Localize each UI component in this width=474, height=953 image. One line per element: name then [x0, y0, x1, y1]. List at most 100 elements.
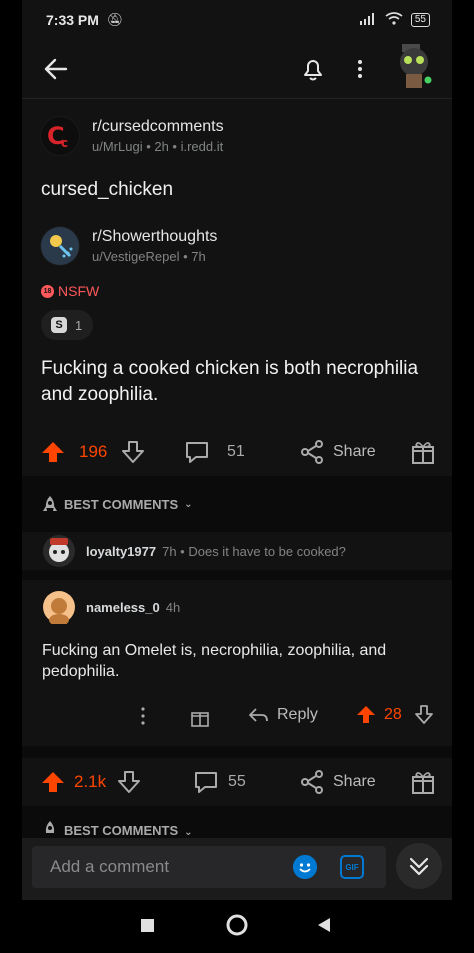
comment-vote-count: 28: [384, 706, 402, 723]
more-vertical-icon: [141, 707, 145, 725]
overflow-menu-button[interactable]: [350, 54, 370, 84]
crosspost-subreddit-icon: [40, 226, 80, 266]
subreddit-name[interactable]: r/cursedcomments: [92, 118, 224, 136]
status-bar: 7:33 PM 🔕︎ 55: [22, 0, 452, 40]
comment-upvote-button[interactable]: [355, 704, 377, 726]
award-button[interactable]: [411, 769, 435, 795]
upvote-arrow-icon: [42, 772, 64, 792]
silver-award-icon: S: [51, 317, 67, 333]
spacer: [22, 524, 452, 532]
emoji-button[interactable]: [293, 855, 317, 879]
post-header[interactable]: Cc r/cursedcomments u/MrLugi • 2h • i.re…: [40, 116, 224, 156]
sort-label: BEST COMMENTS: [64, 496, 179, 512]
downvote-button[interactable]: [116, 770, 142, 794]
user-avatar[interactable]: [394, 42, 434, 94]
crosspost-subreddit-name[interactable]: r/Showerthoughts: [92, 228, 217, 246]
share-button[interactable]: Share: [299, 439, 376, 465]
upvote-arrow-icon: [42, 442, 64, 462]
signal-icon: [359, 12, 377, 28]
nsfw-label: NSFW: [58, 283, 100, 299]
comment-sort-header[interactable]: BEST COMMENTS ⌄: [22, 814, 452, 838]
comment-downvote-button[interactable]: [413, 704, 435, 726]
comment-count: 55: [228, 773, 246, 790]
home-icon[interactable]: [226, 914, 248, 936]
post-title: cursed_chicken: [41, 179, 174, 200]
gift-icon: [412, 772, 434, 794]
comment-username[interactable]: loyalty1977: [86, 544, 156, 559]
award-button[interactable]: [411, 439, 435, 465]
spacer: [22, 746, 452, 758]
post-body: Fucking a cooked chicken is both necroph…: [41, 358, 419, 405]
comment-meta: 4h: [165, 599, 181, 615]
crosspost-source[interactable]: r/Showerthoughts u/VestigeRepel • 7h: [40, 226, 217, 266]
bell-icon: [304, 60, 322, 81]
smiley-icon: [293, 855, 317, 879]
downvote-arrow-icon: [122, 441, 144, 463]
comment-bubble-icon: [195, 772, 217, 793]
award-chip[interactable]: S 1: [41, 310, 93, 340]
downvote-arrow-icon: [415, 705, 433, 724]
back-nav-icon[interactable]: [318, 918, 330, 932]
comments-button[interactable]: [193, 769, 219, 795]
vote-count: 2.1k: [74, 772, 107, 791]
recents-icon[interactable]: [141, 919, 154, 932]
comment-input-placeholder: Add a comment: [50, 857, 170, 876]
gif-button[interactable]: GIF: [340, 855, 364, 879]
collapsed-comment[interactable]: loyalty1977 7h • Does it have to be cook…: [22, 532, 452, 570]
rocket-icon: [43, 496, 57, 511]
comment-count: 51: [227, 443, 245, 460]
double-chevron-down-icon: [409, 857, 429, 876]
subreddit-icon: Cc: [40, 116, 80, 156]
downvote-button[interactable]: [120, 440, 146, 464]
share-icon: [301, 440, 323, 464]
snoo-avatar-icon: [400, 44, 432, 88]
comment-award-button[interactable]: [190, 706, 210, 728]
comment-action-bar: Reply 28: [22, 704, 452, 734]
share-button[interactable]: Share: [299, 769, 376, 795]
gift-icon: [412, 442, 434, 464]
comment-more-button[interactable]: [138, 704, 148, 728]
avatar-icon[interactable]: [42, 590, 76, 624]
notifications-button[interactable]: [299, 54, 327, 84]
wifi-icon: [385, 12, 403, 28]
rocket-icon: [45, 821, 55, 833]
sort-label: BEST COMMENTS: [64, 823, 179, 838]
chevron-down-icon: ⌄: [184, 498, 193, 510]
app-frame: 7:33 PM 🔕︎ 55 C c r/cursedcomments u/MrL…: [22, 0, 452, 953]
status-time: 7:33 PM: [46, 12, 99, 28]
comment-header: nameless_0 4h: [42, 590, 180, 624]
spacer: [22, 476, 452, 484]
comments-button[interactable]: [184, 439, 210, 465]
svg-text:c: c: [61, 136, 68, 150]
more-vertical-icon: [358, 60, 362, 78]
upvote-button[interactable]: [40, 770, 66, 794]
downvote-arrow-icon: [118, 771, 140, 793]
battery-icon: 55: [410, 13, 430, 27]
comment-sort-header[interactable]: BEST COMMENTS ⌄: [22, 484, 452, 524]
award-count: 1: [75, 317, 83, 333]
comment: nameless_0 4h Fucking an Omelet is, necr…: [22, 580, 452, 746]
chevron-down-icon: ⌄: [184, 827, 193, 838]
back-button[interactable]: [40, 54, 72, 84]
muted-bell-icon: 🔕︎: [106, 12, 124, 27]
avatar-icon: [43, 535, 75, 567]
comment-input[interactable]: Add a comment: [32, 846, 386, 888]
comment-bubble-icon: [186, 442, 208, 463]
share-label: Share: [333, 773, 376, 790]
reply-button[interactable]: Reply: [247, 704, 318, 726]
vote-count: 196: [79, 442, 108, 461]
post-action-bar: 196 51 Share: [22, 430, 452, 474]
upvote-button[interactable]: [40, 440, 66, 464]
share-icon: [301, 770, 323, 794]
jump-to-next-button[interactable]: [396, 843, 442, 889]
spacer: [22, 570, 452, 580]
divider: [22, 98, 452, 99]
next-post-action-bar: 2.1k 55 Share: [22, 760, 452, 804]
nsfw-tag: 18 NSFW: [41, 283, 99, 299]
app-bar: [22, 40, 452, 98]
comment-text: Fucking an Omelet is, necrophilia, zooph…: [42, 642, 387, 680]
share-label: Share: [333, 443, 376, 460]
arrow-left-icon: [44, 58, 68, 80]
reply-arrow-icon: [249, 708, 268, 722]
comment-username[interactable]: nameless_0: [86, 600, 160, 615]
